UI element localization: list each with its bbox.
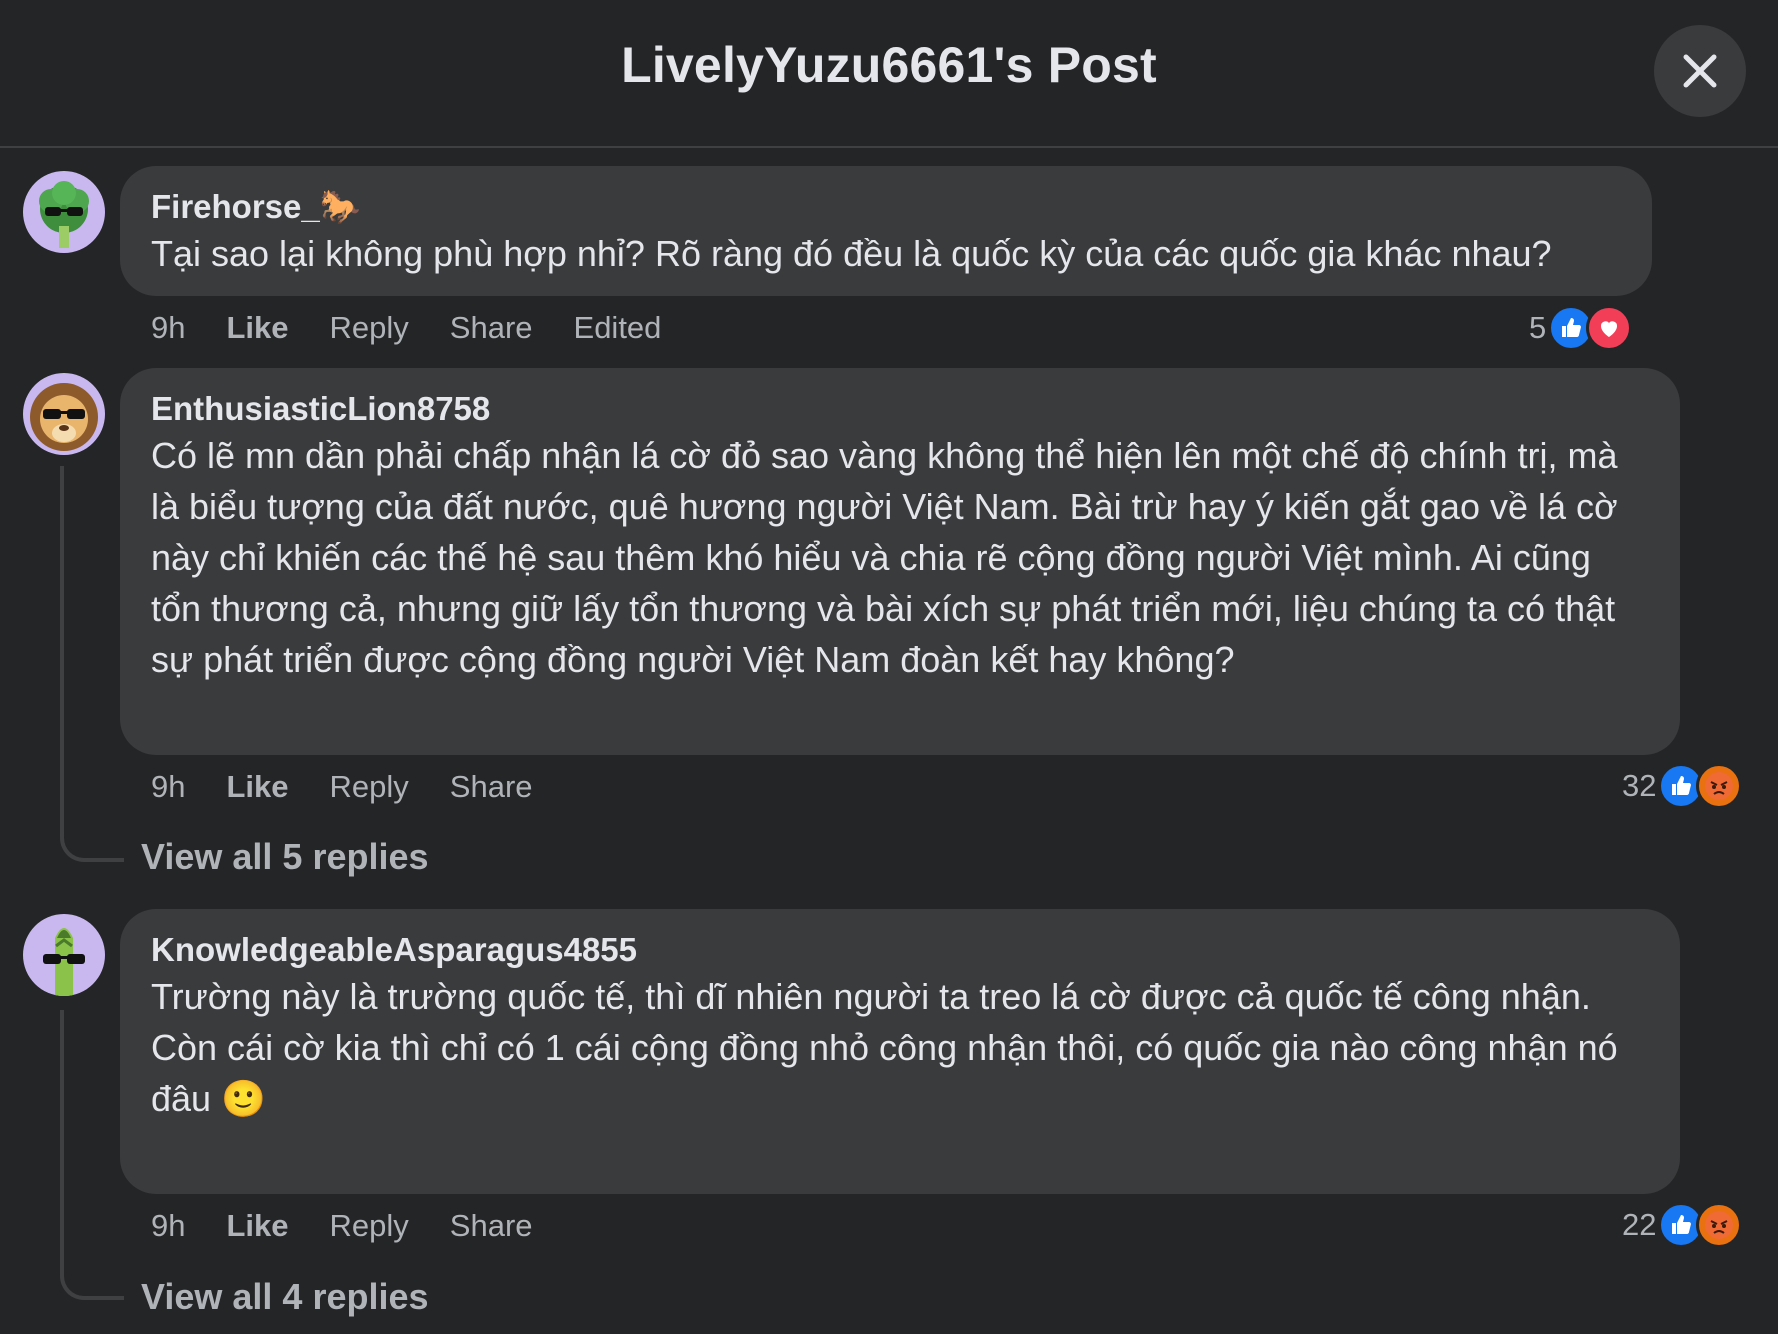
like-button[interactable]: Like xyxy=(226,767,288,807)
comment-actions: 9h Like Reply Share Edited xyxy=(151,308,702,348)
like-button[interactable]: Like xyxy=(226,308,288,348)
comment-bubble: Firehorse_🐎 Tại sao lại không phù hợp nh… xyxy=(120,166,1652,296)
reaction-count: 32 xyxy=(1622,768,1657,803)
view-replies-link[interactable]: View all 4 replies xyxy=(141,1276,429,1318)
angry-reaction-icon xyxy=(1696,763,1743,809)
reply-button[interactable]: Reply xyxy=(330,767,409,807)
reply-button[interactable]: Reply xyxy=(330,308,409,348)
comment-author[interactable]: EnthusiasticLion8758 xyxy=(151,390,1650,428)
comment-bubble: EnthusiasticLion8758 Có lẽ mn dần phải c… xyxy=(120,368,1680,755)
comment-time[interactable]: 9h xyxy=(151,1206,185,1246)
view-replies-link[interactable]: View all 5 replies xyxy=(141,836,429,878)
comment-bubble: KnowledgeableAsparagus4855 Trường này là… xyxy=(120,909,1680,1194)
comment-actions: 9h Like Reply Share xyxy=(151,767,574,807)
close-button[interactable] xyxy=(1654,25,1746,117)
comment-text: Trường này là trường quốc tế, thì dĩ nhi… xyxy=(151,976,1618,1119)
post-dialog-header: LivelyYuzu6661's Post xyxy=(0,0,1778,148)
avatar[interactable] xyxy=(23,171,105,253)
share-button[interactable]: Share xyxy=(450,308,533,348)
comment-author[interactable]: Firehorse_🐎 xyxy=(151,188,1622,226)
love-reaction-icon xyxy=(1586,305,1633,351)
share-button[interactable]: Share xyxy=(450,767,533,807)
reaction-summary[interactable]: 22 xyxy=(1622,1202,1743,1248)
reply-button[interactable]: Reply xyxy=(330,1206,409,1246)
comment-author[interactable]: KnowledgeableAsparagus4855 xyxy=(151,931,1650,969)
thread-connector xyxy=(60,1010,124,1300)
thread-connector xyxy=(60,466,124,862)
like-button[interactable]: Like xyxy=(226,1206,288,1246)
reaction-summary[interactable]: 5 xyxy=(1529,305,1633,351)
reaction-count: 5 xyxy=(1529,310,1547,345)
avatar[interactable] xyxy=(23,914,105,996)
broccoli-sunglasses-avatar-icon xyxy=(23,171,105,253)
close-icon xyxy=(1683,54,1717,88)
reaction-summary[interactable]: 32 xyxy=(1622,763,1743,809)
angry-reaction-icon xyxy=(1696,1202,1743,1248)
avatar[interactable] xyxy=(23,373,105,455)
comment-time[interactable]: 9h xyxy=(151,308,185,348)
comment-time[interactable]: 9h xyxy=(151,767,185,807)
dialog-title: LivelyYuzu6661's Post xyxy=(621,37,1157,93)
share-button[interactable]: Share xyxy=(450,1206,533,1246)
lion-sunglasses-avatar-icon xyxy=(23,373,105,455)
edited-label[interactable]: Edited xyxy=(574,308,662,348)
comment-text: Tại sao lại không phù hợp nhỉ? Rõ ràng đ… xyxy=(151,233,1552,274)
asparagus-sunglasses-avatar-icon xyxy=(23,914,105,996)
comment-text: Có lẽ mn dần phải chấp nhận lá cờ đỏ sao… xyxy=(151,435,1618,680)
comment-actions: 9h Like Reply Share xyxy=(151,1206,574,1246)
reaction-count: 22 xyxy=(1622,1207,1657,1242)
